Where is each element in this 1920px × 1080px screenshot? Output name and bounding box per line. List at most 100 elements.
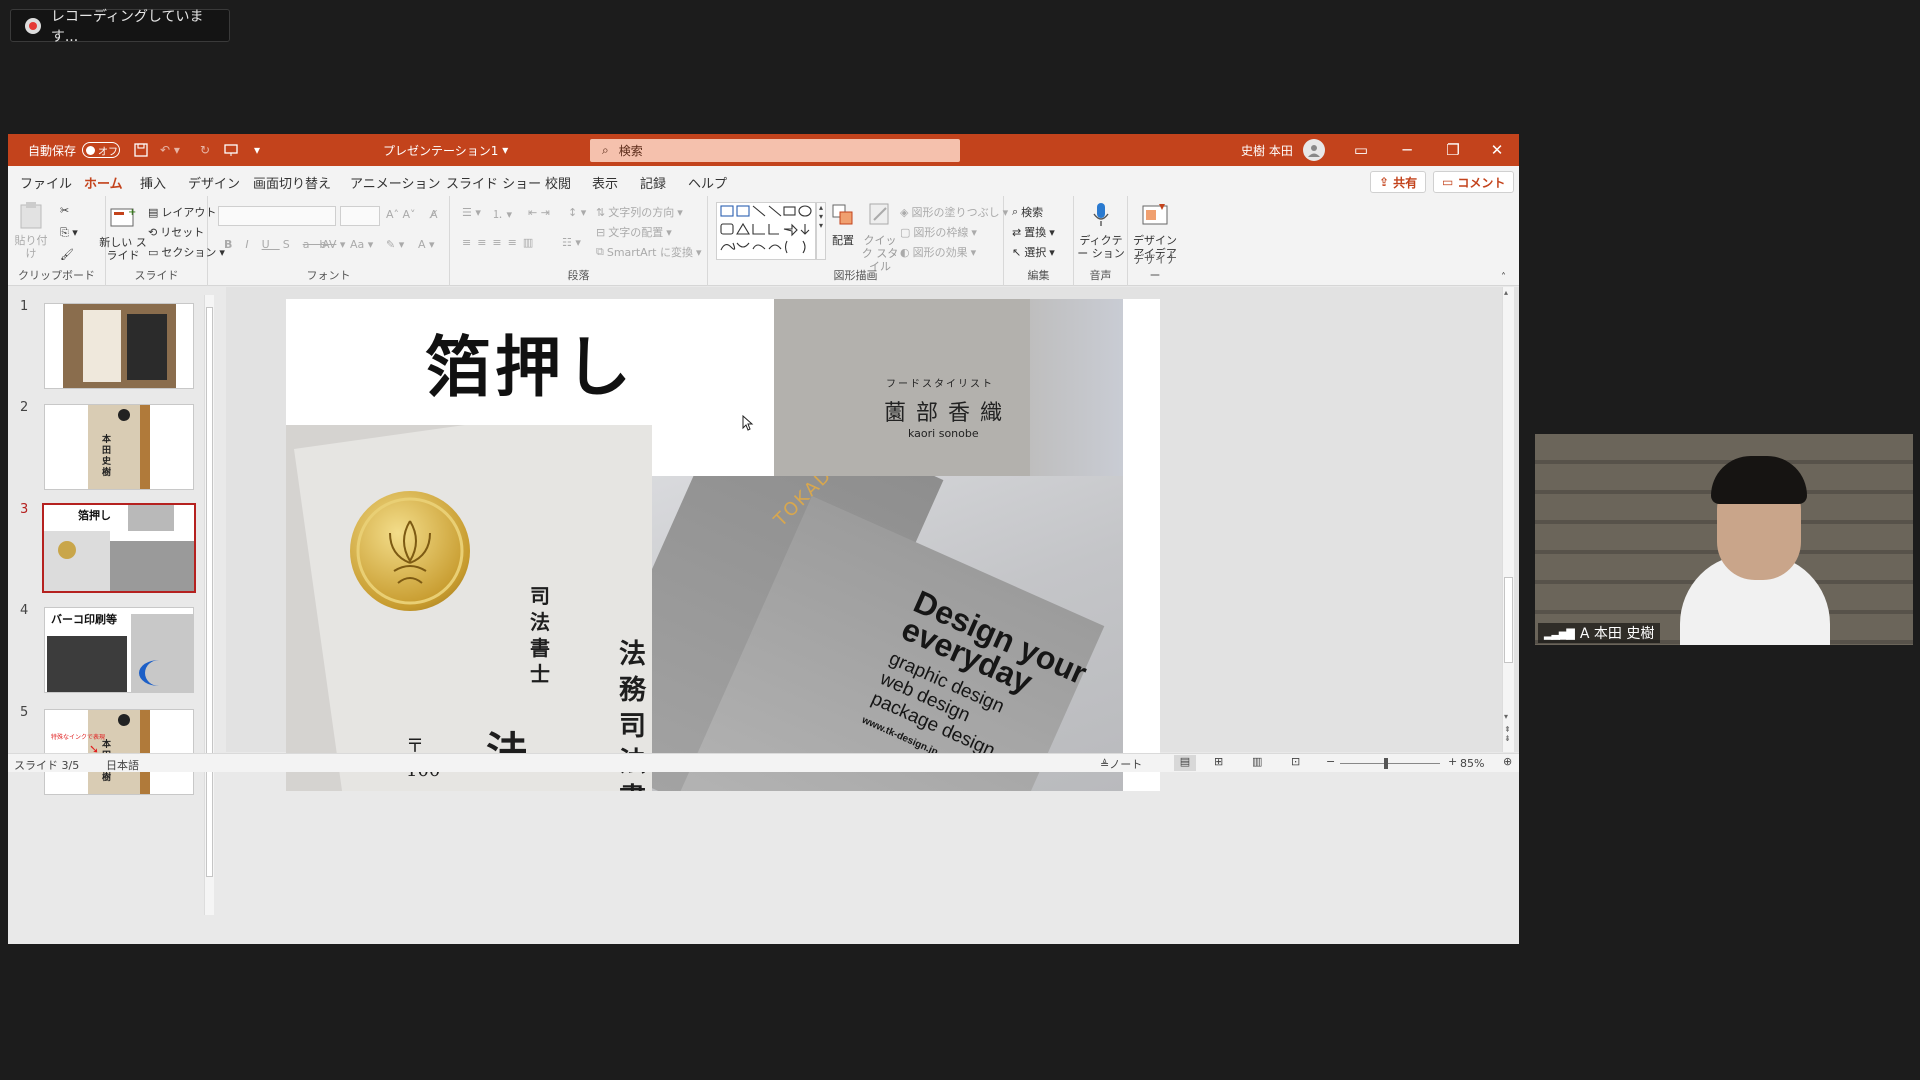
photo-design-cards[interactable]: TOKADO DESIGN Design your everyday graph… <box>652 476 1123 791</box>
minimize-button[interactable]: ─ <box>1384 134 1430 166</box>
reading-view-icon[interactable]: ▥ <box>1252 755 1262 768</box>
photo-scrivener-card[interactable]: 司 法 書 士 法 務 司 法 書 法 〒 100 <box>286 425 652 791</box>
select-button[interactable]: ↖ 選択 ▾ <box>1012 244 1055 260</box>
redo-icon[interactable]: ↻ <box>200 134 210 166</box>
bullets-icon[interactable]: ☰ ▾ <box>462 206 481 219</box>
thumb3-photo-a <box>128 505 174 531</box>
slide-canvas[interactable]: 箔押し フードスタイリスト 薗部香織 kaori sonobe 司 法 書 士 … <box>286 299 1123 791</box>
zoom-out-icon[interactable]: − <box>1326 755 1335 768</box>
slide-thumbnail-3[interactable]: 箔押し <box>42 503 196 593</box>
quick-styles-button[interactable]: クイック スタイル <box>860 200 900 273</box>
save-icon[interactable] <box>134 134 148 166</box>
tab-insert[interactable]: 挿入 <box>140 173 166 192</box>
record-icon <box>25 17 41 34</box>
tab-transitions[interactable]: 画面切り替え <box>253 173 331 192</box>
language-indicator[interactable]: 日本語 <box>106 757 139 773</box>
ribbon-display-options-icon[interactable]: ▭ <box>1338 134 1384 166</box>
tab-file[interactable]: ファイル <box>20 173 72 192</box>
columns-icon[interactable]: ☷ ▾ <box>562 236 581 249</box>
slide-title[interactable]: 箔押し <box>286 299 774 425</box>
zoom-slider-thumb[interactable] <box>1384 758 1388 769</box>
tab-review[interactable]: 校閲 <box>545 173 571 192</box>
autosave-switch[interactable]: オフ <box>82 142 121 158</box>
prev-next-slide-icon[interactable]: ⇞ ⇟ <box>1504 725 1511 743</box>
font-color-icon[interactable]: A ▾ <box>418 238 435 251</box>
dictate-button[interactable]: ディクテー ション <box>1076 200 1126 260</box>
close-button[interactable]: ✕ <box>1474 134 1519 166</box>
zoom-slider[interactable] <box>1340 758 1440 769</box>
thumbnail-scrollbar[interactable] <box>204 295 214 915</box>
numbering-icon[interactable]: ⒈ ▾ <box>492 206 512 222</box>
clear-formatting-icon[interactable]: A̸ <box>430 208 438 221</box>
font-name-combo[interactable] <box>218 206 336 226</box>
photo-food-stylist-card[interactable]: フードスタイリスト 薗部香織 kaori sonobe <box>774 299 1123 476</box>
comment-button[interactable]: ▭ コメント <box>1433 171 1515 193</box>
format-painter-icon[interactable]: 🖌 <box>60 248 74 261</box>
slide-thumbnail-2[interactable]: 本 田 史 樹 <box>44 404 194 490</box>
align-text-button[interactable]: ⊟ 文字の配置 ▾ <box>596 224 672 240</box>
smartart-button[interactable]: ⧉ SmartArt に変換 ▾ <box>596 244 702 260</box>
present-from-start-icon[interactable] <box>224 134 238 166</box>
indent-icons[interactable]: ⇤ ⇥ <box>528 206 550 219</box>
user-account[interactable]: 史樹 本田 <box>1241 134 1325 166</box>
svg-text:+: + <box>128 207 136 218</box>
highlight-icon[interactable]: ✎ ▾ <box>386 238 404 251</box>
find-button[interactable]: ⌕ 検索 <box>1012 204 1043 220</box>
text-format-icons[interactable]: B I U Sab <box>224 238 336 251</box>
tab-help[interactable]: ヘルプ <box>688 173 727 192</box>
tab-animations[interactable]: アニメーション <box>350 173 440 192</box>
recording-indicator[interactable]: レコーディングしています... <box>10 9 230 45</box>
tab-view[interactable]: 表示 <box>592 173 618 192</box>
slide-thumbnail-4[interactable]: バーコ印刷等 <box>44 607 194 693</box>
restore-button[interactable]: ❐ <box>1430 134 1476 166</box>
tab-home[interactable]: ホーム <box>84 173 123 198</box>
fit-to-window-icon[interactable]: ⊕ <box>1503 755 1512 768</box>
cut-icon[interactable]: ✂ <box>60 204 69 217</box>
change-case-icon[interactable]: Aa ▾ <box>350 238 373 251</box>
zoom-level[interactable]: 85% <box>1460 757 1484 770</box>
tab-slideshow[interactable]: スライド ショー <box>446 173 541 192</box>
scroll-down-icon[interactable]: ▾ <box>1504 712 1508 721</box>
shapes-gallery[interactable] <box>716 202 816 260</box>
char-spacing-icon[interactable]: AV ▾ <box>322 238 345 251</box>
canvas-scrollbar[interactable]: ▴ ▾ ⇞ ⇟ <box>1502 287 1514 752</box>
slideshow-icon[interactable]: ⊡ <box>1291 755 1300 768</box>
undo-icon[interactable]: ↶ ▾ <box>160 134 180 166</box>
scroll-up-icon[interactable]: ▴ <box>1504 288 1508 297</box>
paste-button[interactable]: 貼り付け <box>14 200 48 260</box>
tab-design[interactable]: デザイン <box>188 173 240 192</box>
zoom-in-icon[interactable]: + <box>1448 755 1457 768</box>
search-box[interactable]: ⌕ 検索 <box>590 139 960 162</box>
shape-fill-button[interactable]: ◈ 図形の塗りつぶし ▾ <box>900 204 1008 220</box>
copy-icon[interactable]: ⎘ ▾ <box>60 226 78 240</box>
arrange-button[interactable]: 配置 <box>826 200 860 247</box>
font-size-combo[interactable] <box>340 206 380 226</box>
canvas-scroll-thumb[interactable] <box>1504 577 1513 663</box>
alignment-icons[interactable]: ≡≡≡≡▥ <box>462 236 539 249</box>
document-title[interactable]: プレゼンテーション1 ▾ <box>383 134 508 166</box>
shape-outline-button[interactable]: ▢ 図形の枠線 ▾ <box>900 224 977 240</box>
slide-thumbnail-5[interactable]: 本 田 史 樹 特殊なインクで表現 ➘ <box>44 709 194 795</box>
autosave-toggle[interactable]: 自動保存 オフ <box>28 134 121 166</box>
new-slide-button[interactable]: + 新しい スライド <box>98 202 148 262</box>
tab-record[interactable]: 記録 <box>640 173 666 192</box>
line-spacing-icon[interactable]: ↕ ▾ <box>568 206 586 219</box>
card1-romaji: kaori sonobe <box>908 427 979 440</box>
webcam-video[interactable]: ▂▃▅▇ A 本田 史樹 <box>1535 434 1913 645</box>
group-slides: + 新しい スライド ▤レイアウト ▾ ⟲リセット ▭セクション ▾ スライド <box>99 196 225 286</box>
slide-sorter-icon[interactable]: ⊞ <box>1214 755 1223 768</box>
collapse-ribbon-icon[interactable]: ˄ <box>1501 272 1506 283</box>
normal-view-icon[interactable]: ▤ <box>1174 755 1196 771</box>
reset-button[interactable]: ⟲ リセット <box>148 224 204 240</box>
group-editing: ⌕ 検索 ⇄ 置換 ▾ ↖ 選択 ▾ 編集 <box>1004 196 1074 286</box>
shapes-gallery-scroll[interactable]: ▴ ▾ ▾ <box>816 202 826 260</box>
replace-button[interactable]: ⇄ 置換 ▾ <box>1012 224 1055 240</box>
notes-button[interactable]: ≜ノート <box>1100 756 1142 772</box>
customize-qat-icon[interactable]: ▾ <box>254 134 260 166</box>
slide-thumbnail-1[interactable] <box>44 303 194 389</box>
share-button[interactable]: ⇪ 共有 <box>1370 171 1427 193</box>
thumbnail-scroll-thumb[interactable] <box>206 307 213 877</box>
shape-effects-button[interactable]: ◐ 図形の効果 ▾ <box>900 244 976 260</box>
font-size-increase-icon[interactable]: A˄ A˅ <box>386 208 416 221</box>
text-direction-button[interactable]: ⇅ 文字列の方向 ▾ <box>596 204 683 220</box>
